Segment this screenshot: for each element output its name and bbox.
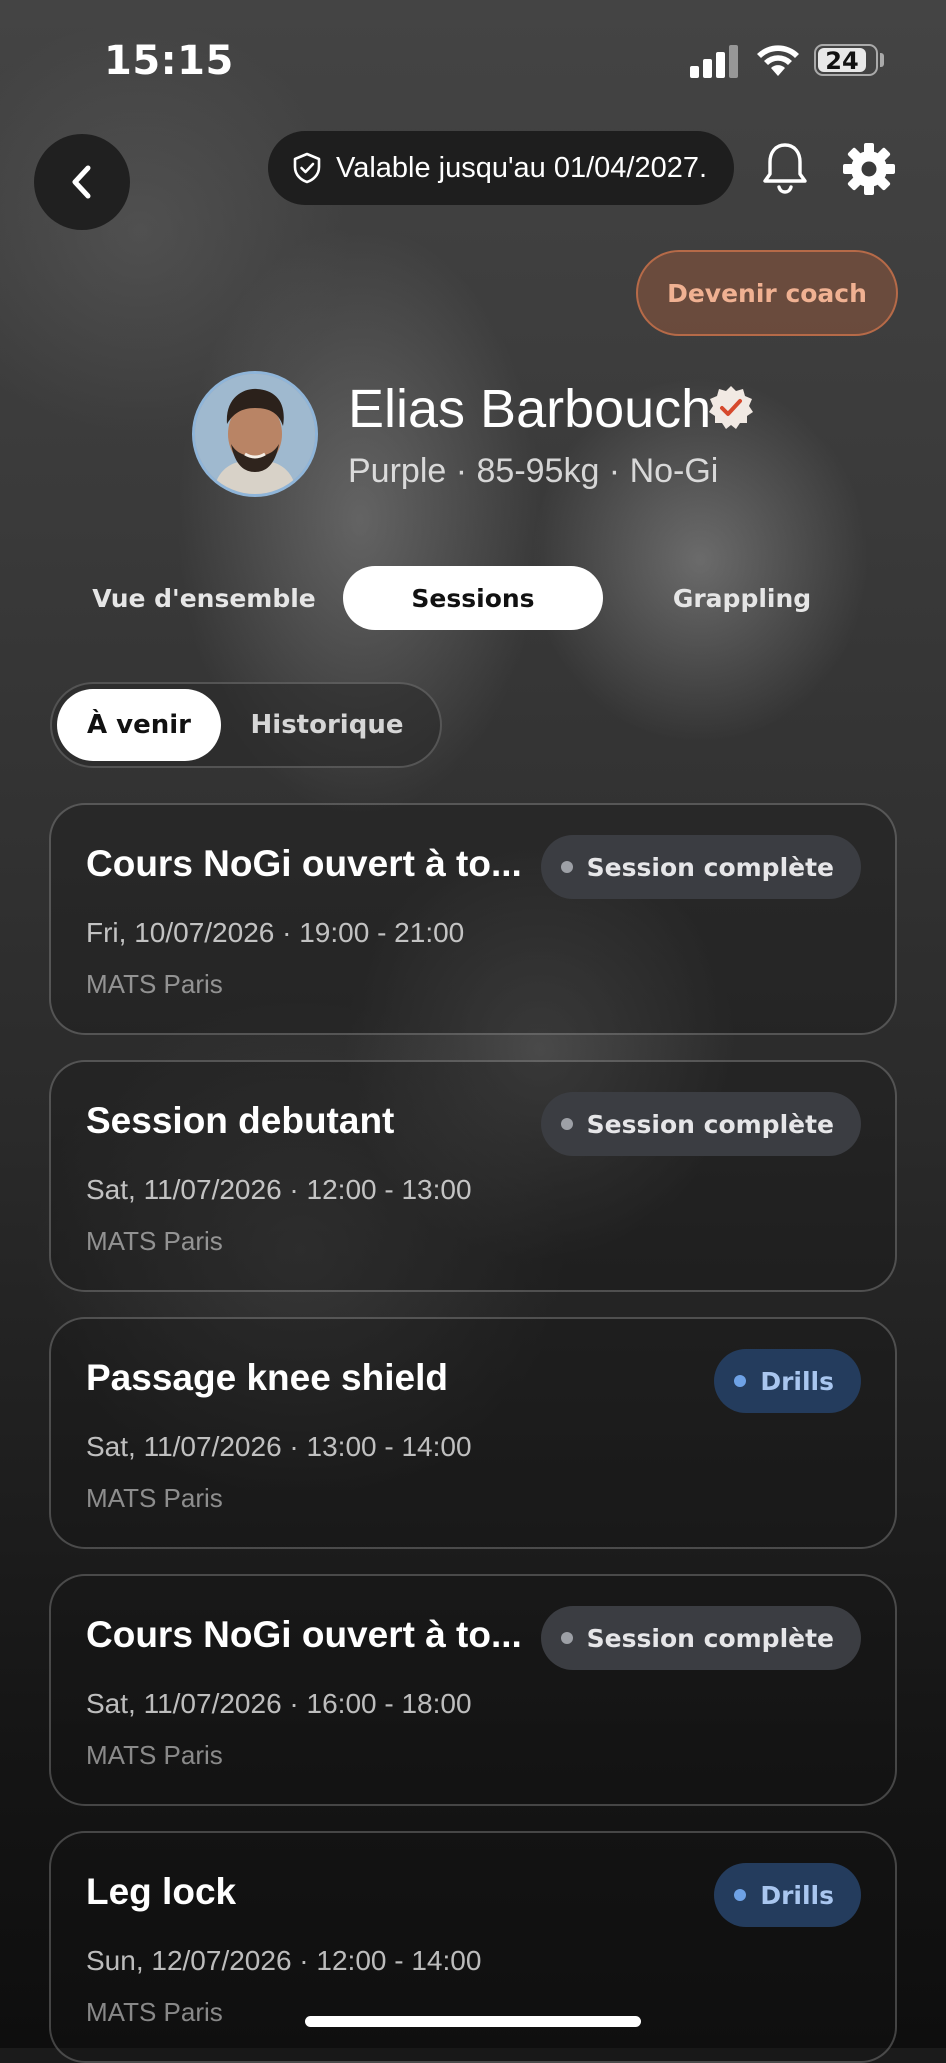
session-title: Passage knee shield [86,1357,448,1398]
session-datetime: Fri, 10/07/2026 · 19:00 - 21:00 [86,917,465,948]
session-datetime: Sat, 11/07/2026 · 16:00 - 18:00 [86,1688,472,1719]
profile-subtitle: Purple · 85-95kg · No-Gi [348,452,719,490]
shield-check-icon [293,152,321,184]
session-datetime: Sat, 11/07/2026 · 12:00 - 13:00 [86,1174,472,1205]
battery-icon: 24 [814,44,878,76]
signal-icon [690,44,740,78]
session-title: Session debutant [86,1100,395,1141]
session-card[interactable]: Leg lock Drills Sun, 12/07/2026 · 12:00 … [49,1831,897,2063]
bell-icon[interactable] [758,140,812,196]
battery-level: 24 [818,48,866,74]
validity-text: Valable jusqu'au 01/04/2027. [336,151,708,184]
tab-sessions[interactable]: Sessions [343,566,603,630]
category-badge-label: Drills [760,1366,834,1396]
session-title: Cours NoGi ouvert à to... [86,1614,522,1655]
chevron-left-icon [72,165,91,199]
membership-validity[interactable]: Valable jusqu'au 01/04/2027. [268,131,734,205]
status-badge: Session complète [540,835,861,899]
tab-overview[interactable]: Vue d'ensemble [72,566,336,630]
status-dot [560,1632,573,1644]
status-badge-label: Session complète [586,1109,834,1139]
session-filter-segment: À venir Historique [50,682,442,768]
category-dot [734,1889,747,1901]
session-datetime: Sun, 12/07/2026 · 12:00 - 14:00 [86,1945,482,1976]
wifi-icon [757,45,799,76]
status-time: 15:15 [104,38,234,84]
status-badge-label: Session complète [586,852,834,882]
session-title: Leg lock [86,1871,237,1912]
home-indicator[interactable] [305,2016,641,2027]
session-card[interactable]: Session debutant Session complète Sat, 1… [49,1060,897,1292]
back-button[interactable] [34,134,130,230]
avatar-image [195,374,315,494]
session-location: MATS Paris [86,969,223,999]
gear-icon[interactable] [842,142,896,196]
avatar[interactable] [192,371,318,497]
session-location: MATS Paris [86,1997,223,2027]
verified-badge-icon [709,386,753,429]
status-badge: Session complète [540,1606,861,1670]
session-location: MATS Paris [86,1226,223,1256]
session-title: Cours NoGi ouvert à to... [86,843,522,884]
profile-name: Elias Barbouch [348,379,712,439]
session-card[interactable]: Passage knee shield Drills Sat, 11/07/20… [49,1317,897,1549]
battery-tip [880,53,884,67]
category-badge-label: Drills [760,1880,834,1910]
segment-upcoming[interactable]: À venir [57,689,221,761]
session-card[interactable]: Cours NoGi ouvert à to... Session complè… [49,803,897,1035]
status-dot [560,1118,573,1130]
session-location: MATS Paris [86,1483,223,1513]
category-dot [734,1375,747,1387]
category-badge: Drills [714,1349,861,1413]
category-badge: Drills [714,1863,861,1927]
session-location: MATS Paris [86,1740,223,1770]
tab-grappling[interactable]: Grappling [612,566,872,630]
segment-history[interactable]: Historique [227,689,427,761]
become-coach-button[interactable]: Devenir coach [636,250,898,336]
status-badge-label: Session complète [586,1623,834,1653]
session-datetime: Sat, 11/07/2026 · 13:00 - 14:00 [86,1431,472,1462]
status-dot [560,861,573,873]
status-badge: Session complète [540,1092,861,1156]
session-card[interactable]: Cours NoGi ouvert à to... Session complè… [49,1574,897,1806]
